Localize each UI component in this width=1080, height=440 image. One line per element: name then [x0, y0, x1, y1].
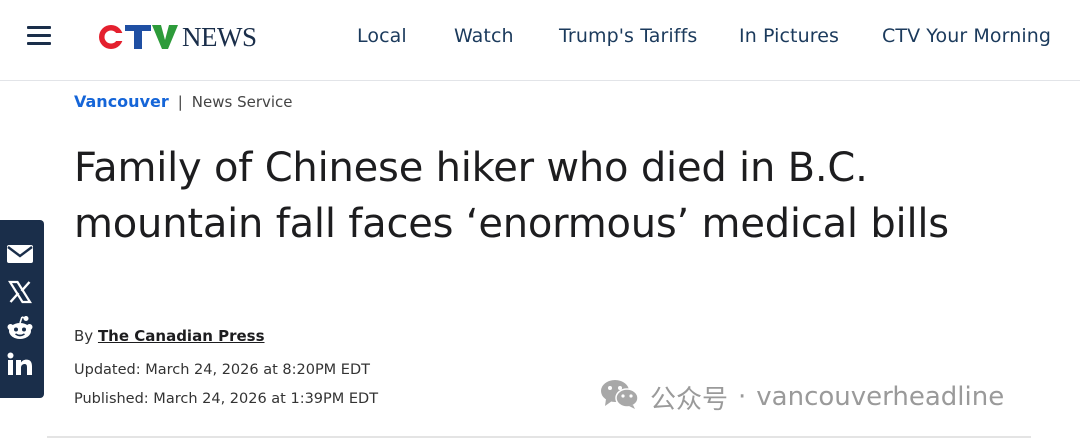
menu-icon[interactable] [27, 25, 51, 47]
watermark-handle: vancouverheadline [756, 382, 1005, 412]
email-icon[interactable] [0, 236, 40, 272]
nav-ctv-your-morning[interactable]: CTV Your Morning [882, 22, 1051, 50]
watermark-label: 公众号 [650, 384, 729, 415]
news-wordmark: NEWS [182, 22, 257, 52]
watermark-dot: · [738, 382, 747, 412]
breadcrumb-separator: | [177, 93, 183, 111]
nav-local[interactable]: Local [357, 22, 407, 50]
breadcrumb: Vancouver | News Service [74, 90, 293, 114]
nav-in-pictures[interactable]: In Pictures [739, 22, 839, 50]
ctv-news-logo[interactable]: NEWS [98, 20, 257, 54]
share-rail [0, 220, 44, 398]
updated-date: Updated: March 24, 2026 at 8:20PM EDT [74, 362, 370, 378]
article-headline: Family of Chinese hiker who died in B.C.… [74, 145, 949, 247]
byline: By The Canadian Press [74, 326, 265, 346]
breadcrumb-service: News Service [191, 93, 293, 111]
reddit-icon[interactable] [0, 310, 40, 346]
linkedin-icon[interactable] [0, 346, 40, 382]
divider [47, 436, 1031, 438]
wechat-watermark: 公众号 · vancouverheadline [600, 378, 1005, 417]
ctv-logo-icon [98, 22, 180, 52]
breadcrumb-section-link[interactable]: Vancouver [74, 92, 169, 111]
x-icon[interactable] [0, 274, 40, 310]
nav-trumps-tariffs[interactable]: Trump's Tariffs [559, 22, 697, 50]
nav-watch[interactable]: Watch [454, 22, 514, 50]
site-header: NEWS Local Watch Trump's Tariffs In Pict… [0, 0, 1080, 81]
byline-prefix: By [74, 327, 94, 345]
author-link[interactable]: The Canadian Press [98, 327, 265, 345]
wechat-icon [600, 378, 640, 417]
published-date: Published: March 24, 2026 at 1:39PM EDT [74, 391, 379, 407]
